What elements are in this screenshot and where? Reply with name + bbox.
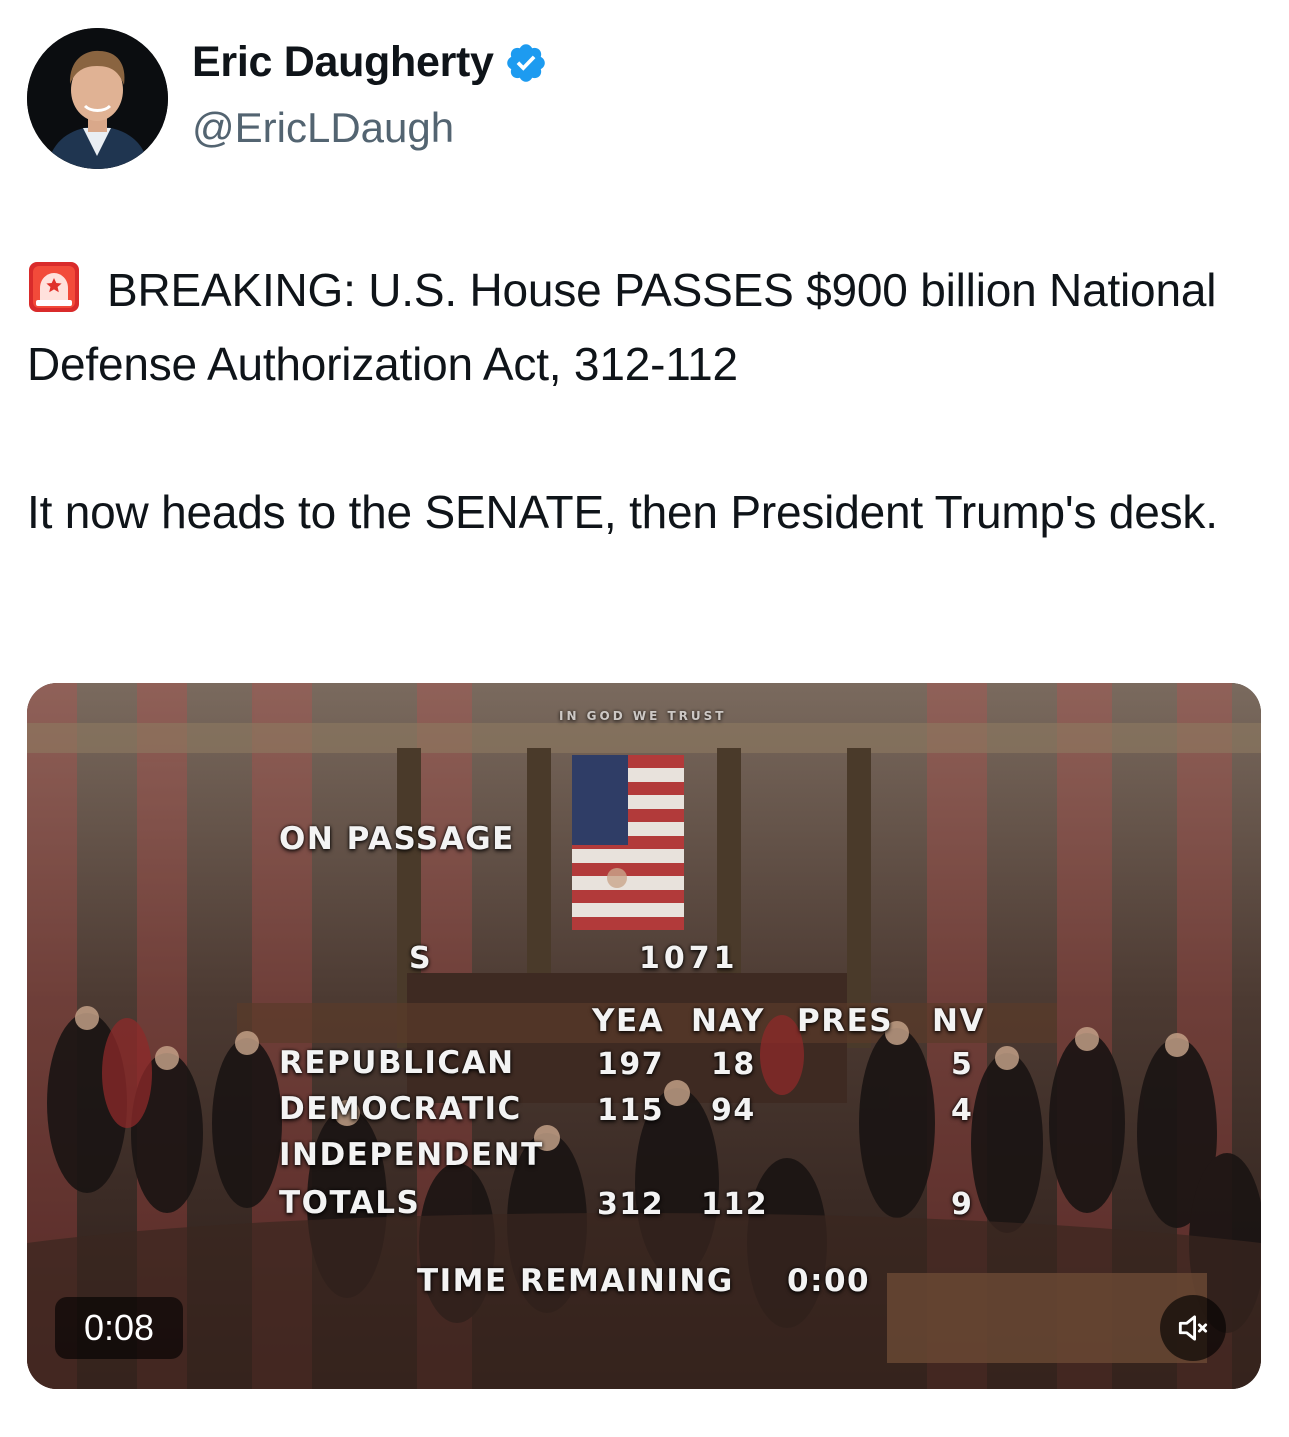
author-name[interactable]: Eric Daugherty bbox=[192, 38, 494, 87]
party-totals: TOTALS bbox=[279, 1185, 421, 1221]
time-remaining-value: 0:00 bbox=[787, 1263, 871, 1299]
party-independent: INDEPENDENT bbox=[279, 1137, 544, 1173]
totals-nv: 9 bbox=[951, 1187, 974, 1222]
tweet-text: BREAKING: U.S. House PASSES $900 billion… bbox=[27, 253, 1257, 549]
on-passage-label: ON PASSAGE bbox=[279, 821, 515, 857]
speaker-muted-icon bbox=[1178, 1315, 1208, 1341]
bill-number: 1071 bbox=[639, 941, 739, 976]
totals-nay: 112 bbox=[701, 1187, 769, 1222]
democratic-yea: 115 bbox=[597, 1093, 665, 1128]
democratic-nv: 4 bbox=[951, 1093, 974, 1128]
author-handle[interactable]: @EricLDaugh bbox=[192, 104, 454, 152]
header-nay: NAY bbox=[691, 1003, 765, 1039]
republican-nv: 5 bbox=[951, 1047, 974, 1082]
party-democratic: DEMOCRATIC bbox=[279, 1091, 522, 1127]
header-yea: YEA bbox=[592, 1003, 665, 1039]
video-player[interactable]: IN GOD WE TRUST ON PASSAGE S 1071 YEA NA… bbox=[27, 683, 1261, 1389]
tweet-paragraph-2: It now heads to the SENATE, then Preside… bbox=[27, 486, 1218, 538]
time-remaining-label: TIME REMAINING bbox=[417, 1263, 734, 1299]
vote-tally-overlay: IN GOD WE TRUST ON PASSAGE S 1071 YEA NA… bbox=[27, 683, 1261, 1389]
author-avatar[interactable] bbox=[27, 28, 168, 169]
motto-text: IN GOD WE TRUST bbox=[559, 709, 727, 723]
avatar-photo bbox=[27, 28, 168, 169]
verified-badge-icon[interactable] bbox=[504, 41, 548, 85]
tweet-paragraph-1-text: BREAKING: U.S. House PASSES $900 billion… bbox=[27, 264, 1217, 390]
mute-button[interactable] bbox=[1160, 1295, 1226, 1361]
totals-yea: 312 bbox=[597, 1187, 665, 1222]
header-nv: NV bbox=[932, 1003, 985, 1039]
author-name-row: Eric Daugherty bbox=[192, 38, 548, 87]
party-republican: REPUBLICAN bbox=[279, 1045, 515, 1081]
republican-nay: 18 bbox=[711, 1047, 756, 1082]
video-duration-badge: 0:08 bbox=[55, 1297, 183, 1359]
bill-prefix: S bbox=[409, 941, 433, 976]
header-pres: PRES bbox=[797, 1003, 894, 1039]
republican-yea: 197 bbox=[597, 1047, 665, 1082]
rotating-light-icon bbox=[27, 260, 81, 314]
democratic-nay: 94 bbox=[711, 1093, 756, 1128]
tweet-paragraph-1: BREAKING: U.S. House PASSES $900 billion… bbox=[27, 253, 1257, 401]
